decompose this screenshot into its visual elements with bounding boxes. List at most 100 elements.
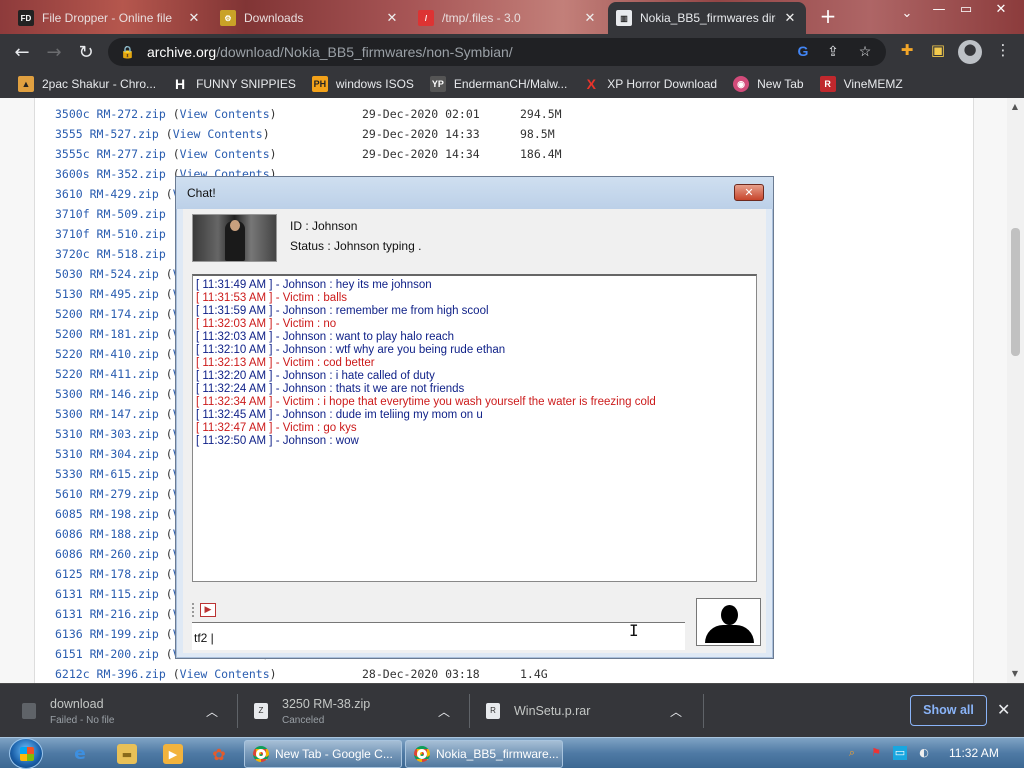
file-link[interactable]: 6125 RM-178.zip [55, 567, 159, 581]
file-link[interactable]: 5130 RM-495.zip [55, 287, 159, 301]
bookmark-star-icon[interactable]: ☆ [856, 43, 874, 61]
volume-tray-icon[interactable]: ◐ [917, 746, 931, 760]
file-link[interactable]: 3555c RM-277.zip [55, 147, 166, 161]
send-file-icon[interactable]: ▶ [200, 603, 216, 617]
file-link[interactable]: 5300 RM-146.zip [55, 387, 159, 401]
show-all-button[interactable]: Show all [910, 695, 987, 726]
bookmark-windows-isos[interactable]: PH windows ISOS [304, 76, 422, 92]
file-link[interactable]: 5300 RM-147.zip [55, 407, 159, 421]
file-link[interactable]: 6085 RM-198.zip [55, 507, 159, 521]
tmp-files-icon: / [418, 10, 434, 26]
back-arrow-icon[interactable]: ← [6, 36, 38, 68]
maximize-button[interactable]: ▭ [955, 2, 977, 17]
close-window-button[interactable]: ✕ [990, 2, 1012, 17]
file-link[interactable]: 6136 RM-199.zip [55, 627, 159, 641]
file-link[interactable]: 5030 RM-524.zip [55, 267, 159, 281]
download-item-download[interactable]: download Failed - No file ︿ [22, 684, 232, 738]
bookmark-new-tab[interactable]: ◉ New Tab [725, 76, 811, 92]
file-link[interactable]: 6131 RM-216.zip [55, 607, 159, 621]
paint-icon[interactable]: ✿ [209, 744, 229, 764]
address-bar[interactable]: 🔒 archive.org/download/Nokia_BB5_firmwar… [108, 38, 886, 66]
chat-titlebar[interactable]: Chat! ✕ [176, 177, 773, 209]
file-link[interactable]: 6151 RM-200.zip [55, 647, 159, 661]
start-button[interactable] [9, 738, 43, 769]
system-clock[interactable]: 11:32 AM [949, 746, 999, 760]
media-player-icon[interactable]: ▶ [163, 744, 183, 764]
forward-arrow-icon[interactable]: → [38, 36, 70, 68]
tab-file-dropper[interactable]: FD File Dropper - Online file ✕ [10, 4, 210, 32]
chat-log[interactable]: [ 11:31:49 AM ] - Johnson : hey its me j… [192, 274, 757, 582]
bookmark-xp-horror[interactable]: X XP Horror Download [575, 76, 725, 92]
taskbar-nokia-chrome[interactable]: Nokia_BB5_firmware... [405, 740, 563, 768]
download-name: WinSetu.p.rar [514, 704, 591, 718]
view-contents-link[interactable]: View Contents [180, 107, 270, 121]
file-link[interactable]: 3710f RM-509.zip [55, 207, 166, 221]
chevron-up-icon[interactable]: ︿ [438, 703, 450, 720]
close-tab-icon[interactable]: ✕ [782, 10, 798, 26]
share-icon[interactable]: ⇪ [824, 43, 842, 61]
close-tab-icon[interactable]: ✕ [582, 10, 598, 26]
explorer-folder-icon[interactable]: ▬ [117, 744, 137, 764]
tab-downloads[interactable]: ⚙ Downloads ✕ [212, 4, 408, 32]
view-contents-link[interactable]: View Contents [180, 147, 270, 161]
tab-nokia-firmwares[interactable]: ▥ Nokia_BB5_firmwares dire ✕ [608, 2, 806, 34]
file-link[interactable]: 6212c RM-396.zip [55, 667, 166, 681]
file-link[interactable]: 3610 RM-429.zip [55, 187, 159, 201]
google-lens-icon[interactable]: G [794, 43, 812, 61]
scroll-up-icon[interactable]: ▲ [1010, 102, 1020, 112]
tab-search-button[interactable]: ⌄ [896, 6, 918, 21]
bookmark-2pac[interactable]: ▲ 2pac Shakur - Chro... [10, 76, 164, 92]
file-link[interactable]: 5220 RM-411.zip [55, 367, 159, 381]
paren-open: ( [158, 507, 173, 521]
bookmark-endermanch[interactable]: YP EndermanCH/Malw... [422, 76, 575, 92]
file-link[interactable]: 5610 RM-279.zip [55, 487, 159, 501]
file-link[interactable]: 5200 RM-174.zip [55, 307, 159, 321]
file-link[interactable]: 3600s RM-352.zip [55, 167, 166, 181]
tab-tmp-files[interactable]: / /tmp/.files - 3.0 ✕ [410, 4, 606, 32]
minimize-button[interactable]: — [928, 2, 950, 17]
chevron-up-icon[interactable]: ︿ [670, 703, 682, 720]
file-link[interactable]: 5310 RM-303.zip [55, 427, 159, 441]
view-contents-link[interactable]: View Contents [180, 667, 270, 681]
file-link[interactable]: 5310 RM-304.zip [55, 447, 159, 461]
paren-open: ( [158, 387, 173, 401]
file-link[interactable]: 5220 RM-410.zip [55, 347, 159, 361]
file-link[interactable]: 5200 RM-181.zip [55, 327, 159, 341]
file-link[interactable]: 3710f RM-510.zip [55, 227, 166, 241]
file-link[interactable]: 6131 RM-115.zip [55, 587, 159, 601]
new-tab-button[interactable]: + [818, 6, 838, 26]
reload-icon[interactable]: ↻ [70, 36, 102, 68]
taskbar-new-tab-chrome[interactable]: New Tab - Google C... [244, 740, 402, 768]
bookmark-vinememz[interactable]: R VineMEMZ [812, 76, 911, 92]
scrollbar-thumb[interactable] [1011, 228, 1020, 356]
view-contents-link[interactable]: View Contents [173, 127, 263, 141]
extensions-puzzle-icon[interactable]: ✚ [896, 41, 918, 63]
download-item-winsetup[interactable]: R WinSetu.p.rar ︿ [486, 684, 696, 738]
close-download-bar-icon[interactable]: ✕ [997, 700, 1010, 719]
chevron-up-icon[interactable]: ︿ [206, 703, 218, 720]
page-scrollbar[interactable]: ▲ ▼ [1007, 98, 1024, 683]
file-link[interactable]: 5330 RM-615.zip [55, 467, 159, 481]
side-panel-icon[interactable]: ▣ [927, 41, 949, 63]
bookmark-funny-snippies[interactable]: H FUNNY SNIPPIES [164, 76, 304, 92]
taskbar-label: New Tab - Google C... [275, 747, 393, 761]
search-tray-icon[interactable]: ⌕ [845, 746, 859, 760]
flag-tray-icon[interactable]: ⚑ [869, 746, 883, 760]
menu-kebab-icon[interactable]: ⋮ [992, 41, 1014, 63]
close-tab-icon[interactable]: ✕ [384, 10, 400, 26]
file-link[interactable]: 3720c RM-518.zip [55, 247, 166, 261]
display-tray-icon[interactable]: ▭ [893, 746, 907, 760]
paren-open: ( [158, 467, 173, 481]
file-link[interactable]: 6086 RM-260.zip [55, 547, 159, 561]
close-tab-icon[interactable]: ✕ [186, 10, 202, 26]
file-link[interactable]: 3555 RM-527.zip [55, 127, 159, 141]
chat-message-input[interactable]: tf2 | [192, 622, 685, 650]
file-link[interactable]: 3500c RM-272.zip [55, 107, 166, 121]
internet-explorer-icon[interactable]: e [70, 744, 90, 764]
scroll-down-icon[interactable]: ▼ [1010, 669, 1020, 679]
file-link[interactable]: 6086 RM-188.zip [55, 527, 159, 541]
download-item-3250[interactable]: Z 3250 RM-38.zip Canceled ︿ [254, 684, 464, 738]
chat-close-button[interactable]: ✕ [734, 184, 764, 201]
profile-avatar-icon[interactable]: ● [958, 40, 982, 64]
paren-open: ( [158, 327, 173, 341]
